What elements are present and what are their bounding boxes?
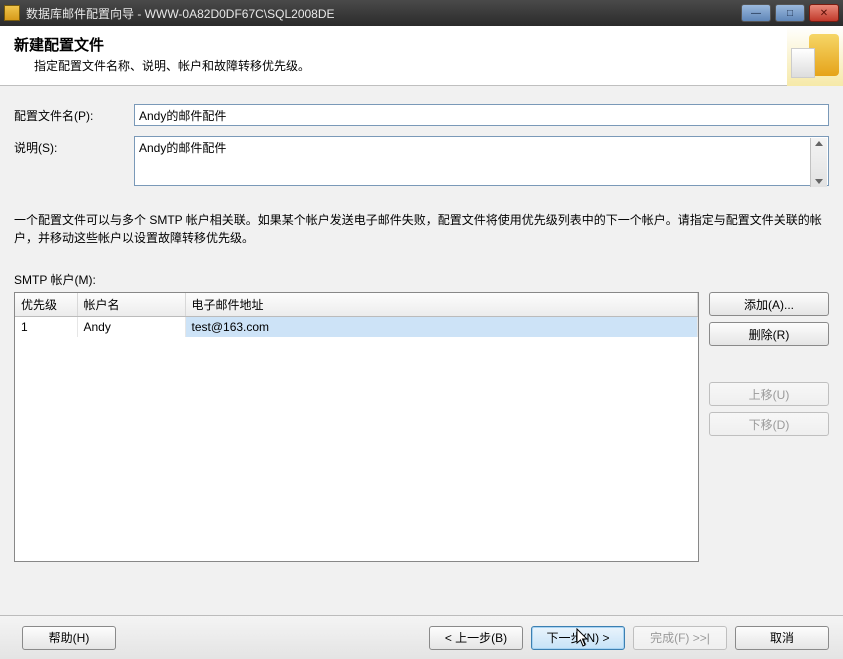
move-up-button[interactable]: 上移(U) (709, 382, 829, 406)
add-button[interactable]: 添加(A)... (709, 292, 829, 316)
scrollbar[interactable] (810, 138, 827, 187)
wizard-header-icon (787, 26, 843, 86)
description-wrap (134, 136, 829, 189)
col-priority[interactable]: 优先级 (15, 293, 77, 317)
page-title: 新建配置文件 (14, 34, 829, 55)
close-icon: ✕ (820, 8, 828, 19)
cell-email: test@163.com (185, 317, 698, 338)
titlebar: 数据库邮件配置向导 - WWW-0A82D0DF67C\SQL2008DE — … (0, 0, 843, 26)
window-controls: — □ ✕ (741, 4, 839, 22)
cancel-button[interactable]: 取消 (735, 626, 829, 650)
move-down-button[interactable]: 下移(D) (709, 412, 829, 436)
col-email[interactable]: 电子邮件地址 (185, 293, 698, 317)
wizard-footer: 帮助(H) < 上一步(B) 下一步(N) > 完成(F) >>| 取消 (0, 615, 843, 659)
cell-priority: 1 (15, 317, 77, 338)
smtp-accounts-table[interactable]: 优先级 帐户名 电子邮件地址 1 Andy test@163.com (15, 293, 698, 337)
back-button[interactable]: < 上一步(B) (429, 626, 523, 650)
table-row[interactable]: 1 Andy test@163.com (15, 317, 698, 338)
side-gap (709, 352, 829, 376)
col-account[interactable]: 帐户名 (77, 293, 185, 317)
minimize-icon: — (751, 8, 761, 19)
app-icon (4, 5, 20, 21)
next-button[interactable]: 下一步(N) > (531, 626, 625, 650)
wizard-content: 配置文件名(P): 说明(S): 一个配置文件可以与多个 SMTP 帐户相关联。… (0, 86, 843, 615)
profile-name-row: 配置文件名(P): (14, 104, 829, 126)
table-header-row: 优先级 帐户名 电子邮件地址 (15, 293, 698, 317)
remove-button[interactable]: 删除(R) (709, 322, 829, 346)
description-input[interactable] (134, 136, 829, 186)
maximize-icon: □ (787, 8, 793, 19)
description-label: 说明(S): (14, 136, 134, 156)
page-subtitle: 指定配置文件名称、说明、帐户和故障转移优先级。 (34, 57, 829, 74)
minimize-button[interactable]: — (741, 4, 771, 22)
profile-name-input[interactable] (134, 104, 829, 126)
smtp-accounts-label: SMTP 帐户(M): (14, 271, 829, 288)
wizard-header: 新建配置文件 指定配置文件名称、说明、帐户和故障转移优先级。 (0, 26, 843, 86)
profile-name-label: 配置文件名(P): (14, 104, 134, 124)
finish-button[interactable]: 完成(F) >>| (633, 626, 727, 650)
smtp-accounts-table-wrap: 优先级 帐户名 电子邮件地址 1 Andy test@163.com (14, 292, 699, 562)
smtp-accounts-area: 优先级 帐户名 电子邮件地址 1 Andy test@163.com 添加(A)… (14, 292, 829, 562)
window-title: 数据库邮件配置向导 - WWW-0A82D0DF67C\SQL2008DE (26, 5, 741, 22)
side-buttons: 添加(A)... 删除(R) 上移(U) 下移(D) (709, 292, 829, 562)
description-row: 说明(S): (14, 136, 829, 189)
info-text: 一个配置文件可以与多个 SMTP 帐户相关联。如果某个帐户发送电子邮件失败，配置… (14, 211, 829, 247)
cell-account: Andy (77, 317, 185, 338)
close-button[interactable]: ✕ (809, 4, 839, 22)
maximize-button[interactable]: □ (775, 4, 805, 22)
help-button[interactable]: 帮助(H) (22, 626, 116, 650)
